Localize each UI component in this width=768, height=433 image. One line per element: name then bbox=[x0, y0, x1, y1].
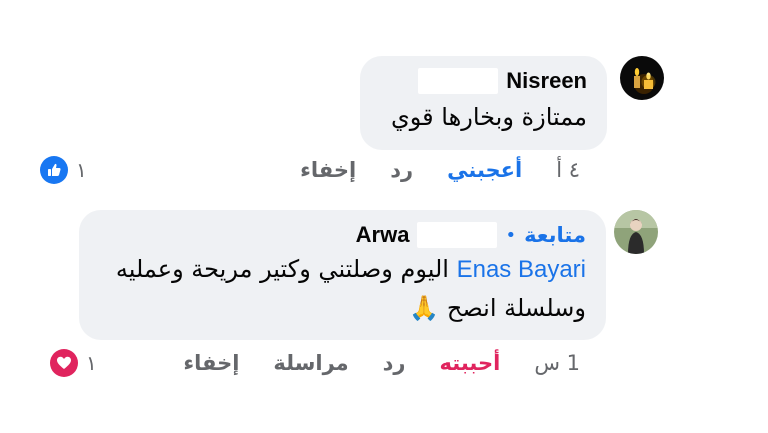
comment-time[interactable]: ٤ أ bbox=[556, 158, 580, 182]
reaction-summary-nisreen[interactable]: ١ bbox=[40, 156, 87, 184]
message-button[interactable]: مراسلة bbox=[273, 351, 348, 375]
person-avatar-image bbox=[614, 210, 658, 254]
commenter-name[interactable]: Arwa bbox=[356, 222, 410, 248]
hide-button[interactable]: إخفاء bbox=[300, 158, 356, 182]
like-icon bbox=[40, 156, 68, 184]
redacted-surname bbox=[417, 222, 498, 248]
candles-avatar-image bbox=[620, 56, 664, 100]
avatar-nisreen[interactable] bbox=[620, 56, 664, 100]
mention-link[interactable]: Enas Bayari bbox=[457, 256, 586, 283]
reaction-count: ١ bbox=[86, 351, 97, 375]
separator-dot: • bbox=[505, 224, 517, 246]
comment-actions-arwa: 1 س أحببته رد مراسلة إخفاء bbox=[183, 351, 580, 375]
reply-button[interactable]: رد bbox=[383, 351, 406, 375]
comment-thread: Nisreen ممتازة وبخارها قوي ٤ أ أعجبني رد… bbox=[0, 0, 768, 433]
love-button[interactable]: أحببته bbox=[440, 351, 501, 375]
redacted-surname bbox=[418, 68, 499, 94]
reaction-count: ١ bbox=[76, 158, 87, 182]
reply-button[interactable]: رد bbox=[390, 158, 413, 182]
comment-time[interactable]: 1 س bbox=[534, 351, 580, 375]
follow-button[interactable]: متابعة bbox=[524, 223, 586, 247]
reaction-summary-arwa[interactable]: ١ bbox=[50, 349, 97, 377]
comment-text: ممتازة وبخارها قوي bbox=[391, 103, 587, 131]
comment-bubble-arwa: متابعة • Arwa Enas Bayari اليوم وصلتني و… bbox=[79, 210, 606, 340]
avatar-arwa[interactable] bbox=[614, 210, 658, 254]
hide-button[interactable]: إخفاء bbox=[183, 351, 239, 375]
commenter-name[interactable]: Nisreen bbox=[506, 68, 587, 94]
comment-bubble-nisreen: Nisreen ممتازة وبخارها قوي bbox=[360, 56, 607, 150]
comment-text: Enas Bayari اليوم وصلتني وكتير مريحة وعم… bbox=[99, 250, 586, 289]
heart-icon bbox=[50, 349, 78, 377]
comment-header: متابعة • Arwa bbox=[99, 222, 586, 248]
comment-header: Nisreen bbox=[380, 68, 587, 94]
comment-text-line-1: اليوم وصلتني وكتير مريحة وعمليه bbox=[115, 255, 449, 283]
comment-text-line-2: وسلسلة انصح 🙏 bbox=[409, 294, 586, 322]
like-button[interactable]: أعجبني bbox=[447, 158, 522, 182]
comment-actions-nisreen: ٤ أ أعجبني رد إخفاء bbox=[300, 158, 580, 182]
